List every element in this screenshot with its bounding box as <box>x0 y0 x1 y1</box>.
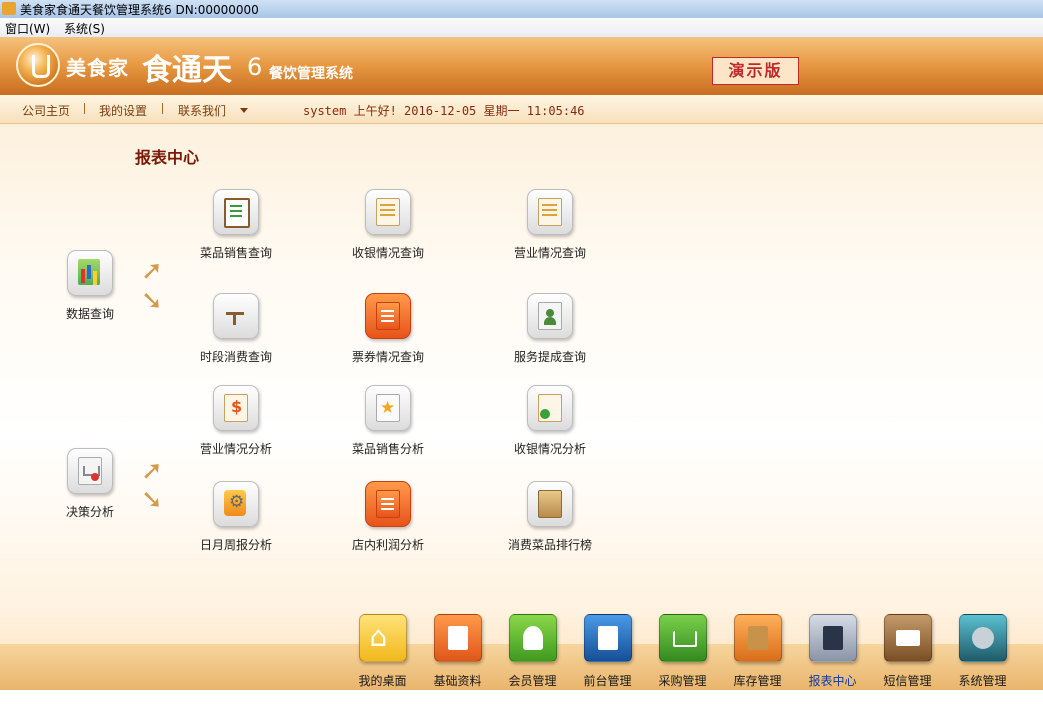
menu-system[interactable]: 系统(S) <box>64 20 105 37</box>
dock-label: 会员管理 <box>508 674 557 688</box>
dock-label: 短信管理 <box>883 674 932 688</box>
dock-frontdesk-mgmt[interactable]: 前台管理 <box>570 614 645 689</box>
dock-label: 库存管理 <box>733 674 782 688</box>
dock-label: 前台管理 <box>583 674 632 688</box>
demo-stamp: 演示版 <box>712 57 799 85</box>
member-icon <box>508 614 557 662</box>
inventory-icon <box>733 614 782 662</box>
arrow-down-right-icon: ➘ <box>141 286 163 316</box>
report-cashier-query[interactable]: 收银情况查询 <box>328 189 448 261</box>
dock-basic-data[interactable]: 基础资料 <box>420 614 495 689</box>
decision-analysis-icon <box>67 448 113 494</box>
frontdesk-icon <box>583 614 632 662</box>
report-icon <box>808 614 857 662</box>
doc-icon <box>433 614 482 662</box>
desk-icon <box>213 293 259 339</box>
ranking-box-icon <box>527 481 573 527</box>
report-label: 消费菜品排行榜 <box>507 538 592 552</box>
header-banner: 美食家 食通天 6 餐饮管理系统 演示版 <box>0 37 1043 95</box>
profit-arrow-icon <box>365 481 411 527</box>
clipboard-icon <box>213 189 259 235</box>
menu-window[interactable]: 窗口(W) <box>5 20 50 37</box>
cart-icon <box>658 614 707 662</box>
arrow-up-right-icon: ➚ <box>141 456 163 486</box>
brand-subtitle: 餐饮管理系统 <box>269 66 353 82</box>
dock-label: 报表中心 <box>808 674 857 688</box>
nav-bar: 公司主页 我的设置 联系我们 system 上午好! 2016-12-05 星期… <box>0 95 1043 124</box>
dock-inventory-mgmt[interactable]: 库存管理 <box>720 614 795 689</box>
report-label: 店内利润分析 <box>351 538 424 552</box>
report-ticket-query[interactable]: 票券情况查询 <box>328 293 448 365</box>
report-label: 营业情况分析 <box>199 442 272 456</box>
report-label: 时段消费查询 <box>199 350 272 364</box>
report-label: 服务提成查询 <box>513 350 586 364</box>
dock-label: 系统管理 <box>958 674 1007 688</box>
data-query-icon <box>67 250 113 296</box>
ticket-doc-icon <box>365 293 411 339</box>
report-label: 日月周报分析 <box>199 538 272 552</box>
app-icon <box>2 2 16 15</box>
main-content: 报表中心 数据查询 ➚ ➘ 决策分析 ➚ ➘ 菜品销售查询 收银情况查询 营业情… <box>0 124 1043 690</box>
status-greeting: system 上午好! 2016-12-05 星期一 11:05:46 <box>303 104 585 118</box>
cashier-analysis-icon <box>527 385 573 431</box>
cashier-doc-icon <box>365 189 411 235</box>
brand-product: 食通天 <box>142 53 232 88</box>
chevron-down-icon[interactable] <box>240 108 248 113</box>
settings-icon <box>958 614 1007 662</box>
service-person-icon <box>527 293 573 339</box>
business-doc-icon <box>527 189 573 235</box>
nav-company-home[interactable]: 公司主页 <box>22 102 70 119</box>
report-profit-analysis[interactable]: 店内利润分析 <box>328 481 448 553</box>
arrow-up-right-icon: ➚ <box>141 256 163 286</box>
report-business-query[interactable]: 营业情况查询 <box>490 189 610 261</box>
report-label: 收银情况查询 <box>351 246 424 260</box>
report-label: 收银情况分析 <box>513 442 586 456</box>
dock-label: 采购管理 <box>658 674 707 688</box>
report-label: 票券情况查询 <box>351 350 424 364</box>
dock-my-desktop[interactable]: 我的桌面 <box>345 614 420 689</box>
nav-separator <box>162 103 163 114</box>
menu-bar: 窗口(W) 系统(S) <box>0 18 1043 38</box>
folder-gear-icon <box>213 481 259 527</box>
dock-system-mgmt[interactable]: 系统管理 <box>945 614 1020 689</box>
dock-member-mgmt[interactable]: 会员管理 <box>495 614 570 689</box>
nav-separator <box>84 103 85 114</box>
home-icon <box>358 614 407 662</box>
group-label: 决策分析 <box>65 505 114 519</box>
report-timeslot-query[interactable]: 时段消费查询 <box>176 293 296 365</box>
report-dish-ranking[interactable]: 消费菜品排行榜 <box>490 481 610 553</box>
dock-label: 我的桌面 <box>358 674 407 688</box>
report-dish-sales-query[interactable]: 菜品销售查询 <box>176 189 296 261</box>
report-label: 菜品销售分析 <box>351 442 424 456</box>
dock-purchase-mgmt[interactable]: 采购管理 <box>645 614 720 689</box>
report-service-commission-query[interactable]: 服务提成查询 <box>490 293 610 365</box>
window-title: 美食家食通天餐饮管理系统6 DN:00000000 <box>20 3 259 17</box>
nav-my-settings[interactable]: 我的设置 <box>99 102 147 119</box>
dock-report-center[interactable]: 报表中心 <box>795 614 870 689</box>
money-doc-icon <box>213 385 259 431</box>
report-label: 营业情况查询 <box>513 246 586 260</box>
report-periodic-analysis[interactable]: 日月周报分析 <box>176 481 296 553</box>
page-title: 报表中心 <box>135 148 200 167</box>
star-doc-icon <box>365 385 411 431</box>
brand-version: 6 <box>247 53 263 81</box>
group-decision-analysis[interactable]: 决策分析 <box>30 448 150 520</box>
report-label: 菜品销售查询 <box>199 246 272 260</box>
dock-sms-mgmt[interactable]: 短信管理 <box>870 614 945 689</box>
report-dish-sales-analysis[interactable]: 菜品销售分析 <box>328 385 448 457</box>
mail-icon <box>883 614 932 662</box>
dock-label: 基础资料 <box>433 674 482 688</box>
group-data-query[interactable]: 数据查询 <box>30 250 150 322</box>
arrow-down-right-icon: ➘ <box>141 485 163 515</box>
logo-icon <box>16 43 60 87</box>
brand-name: 美食家 <box>66 56 129 80</box>
nav-contact-us[interactable]: 联系我们 <box>178 102 226 119</box>
report-cashier-analysis[interactable]: 收银情况分析 <box>490 385 610 457</box>
group-label: 数据查询 <box>65 307 114 321</box>
window-titlebar: 美食家食通天餐饮管理系统6 DN:00000000 <box>0 0 1043 19</box>
report-business-analysis[interactable]: 营业情况分析 <box>176 385 296 457</box>
